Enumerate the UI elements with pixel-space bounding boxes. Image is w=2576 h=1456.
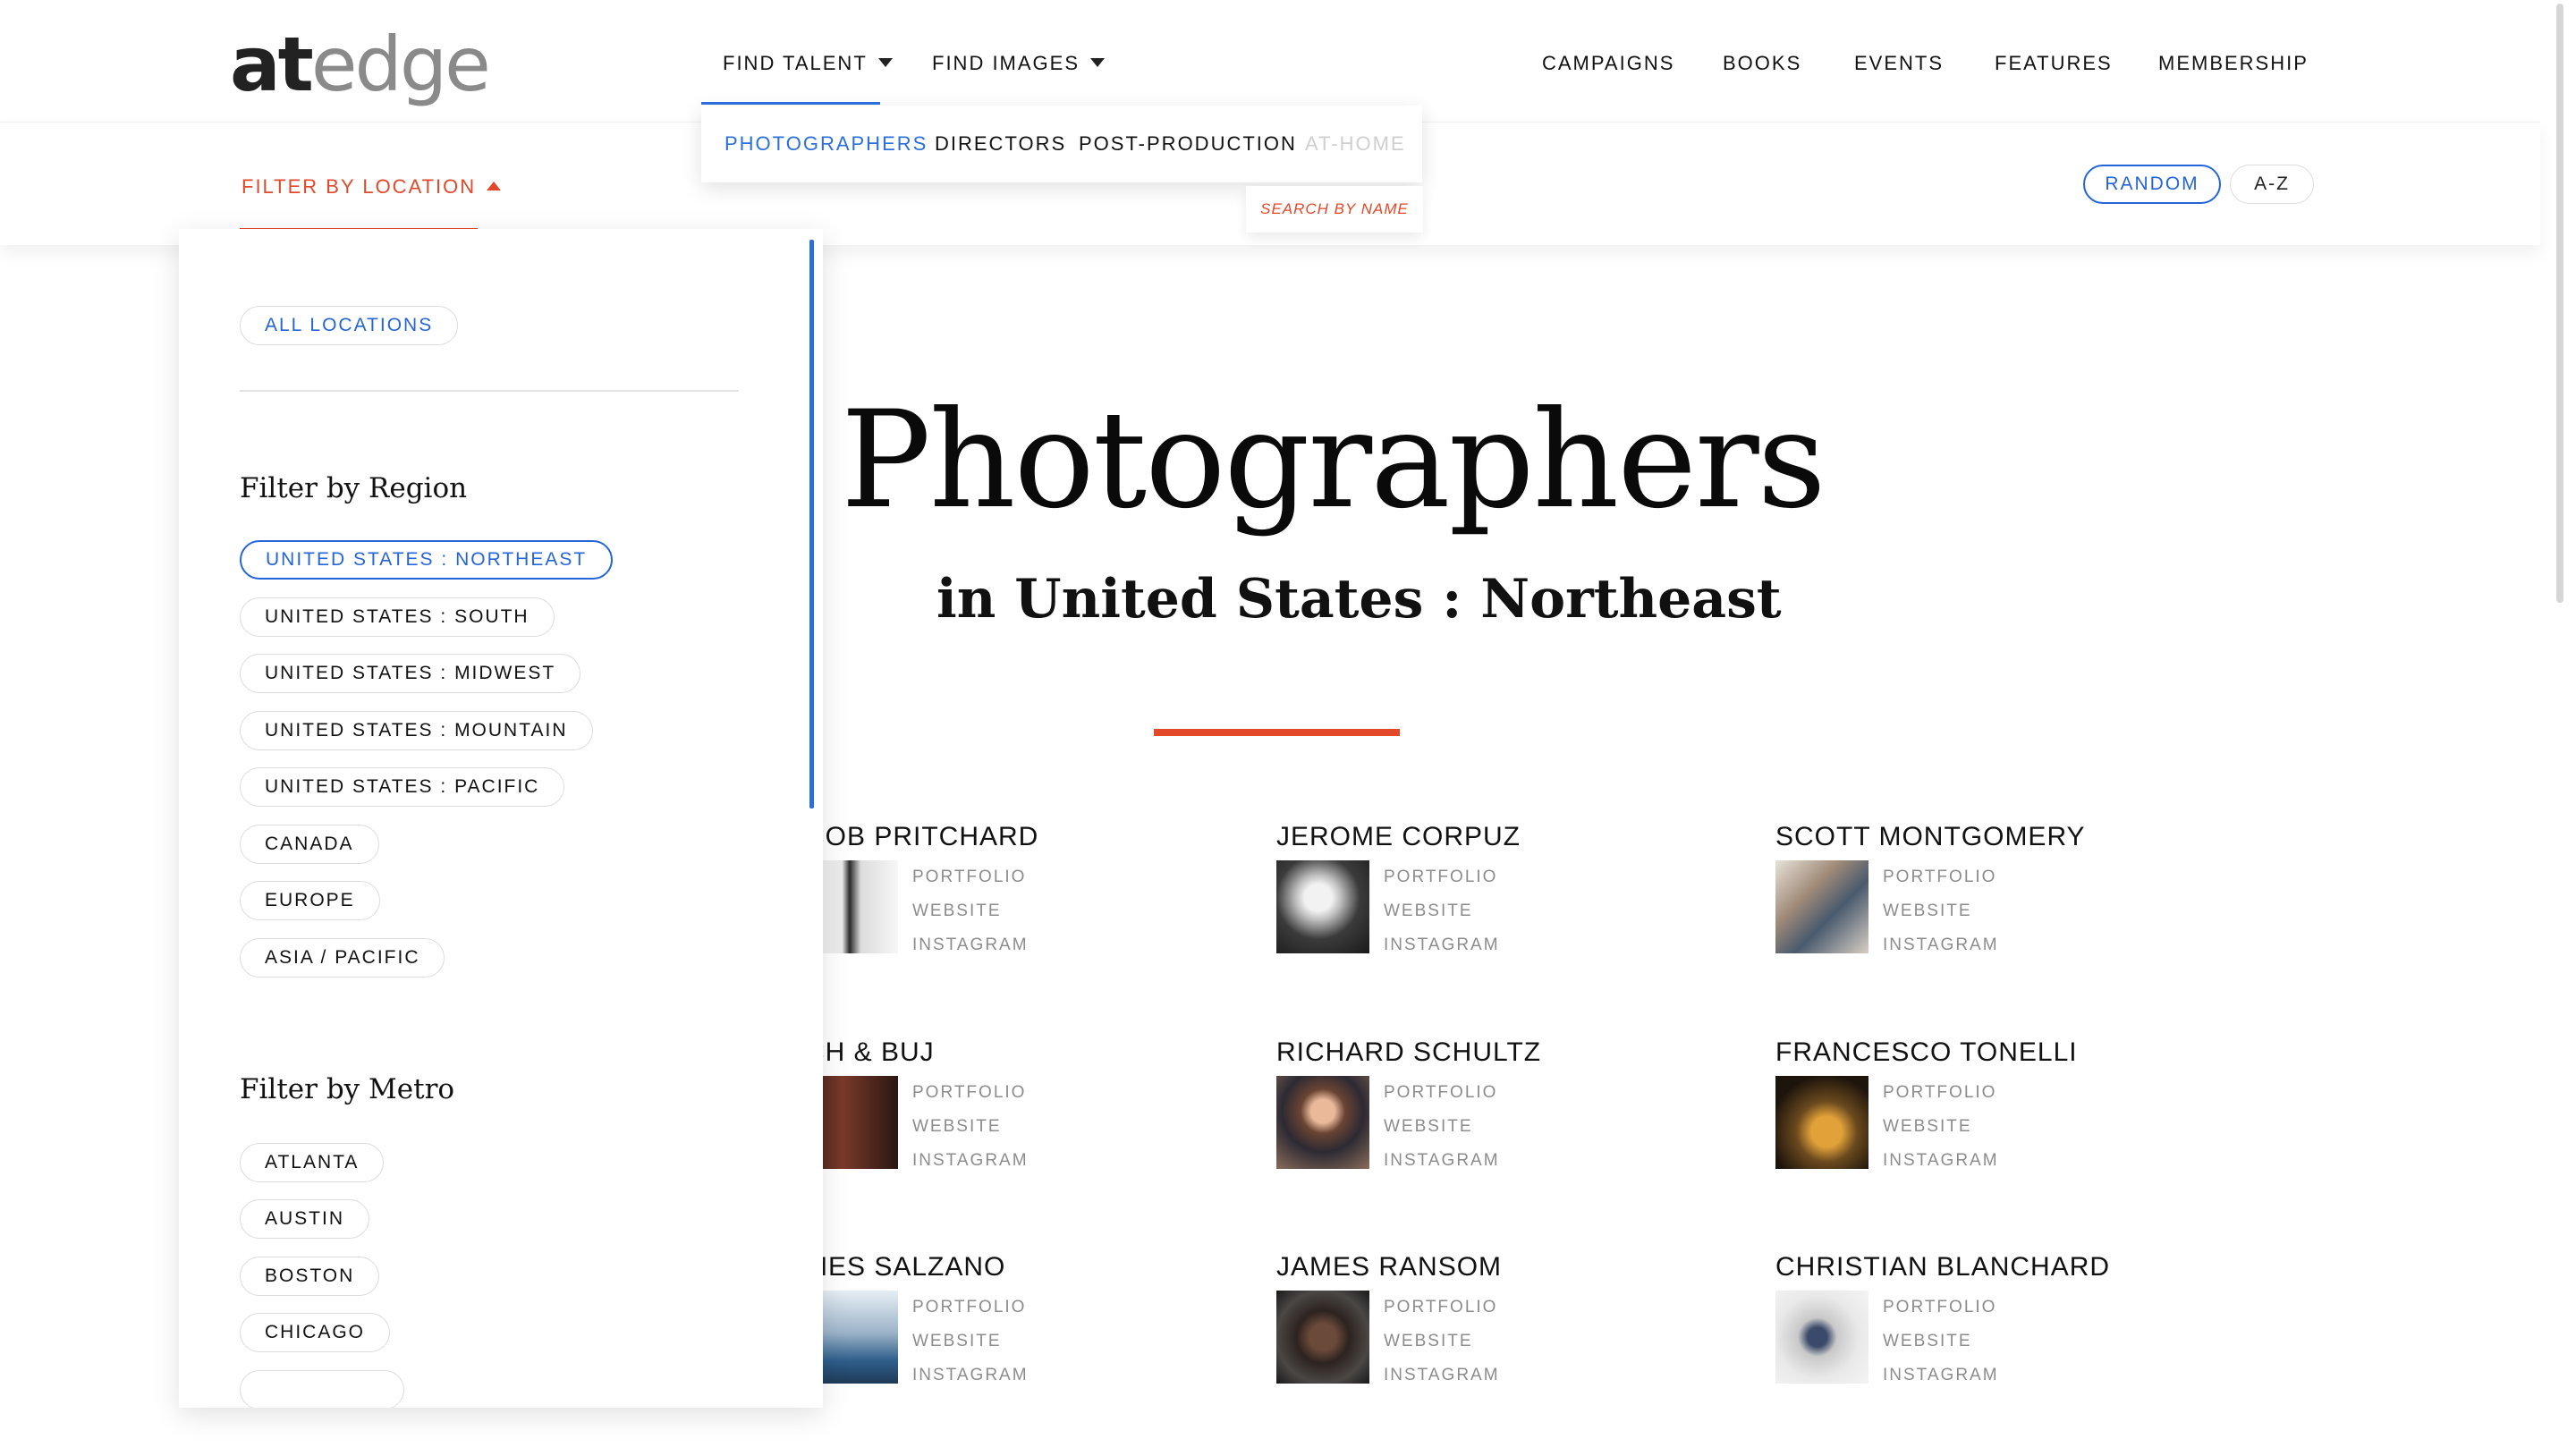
filter-by-location-toggle[interactable]: FILTER BY LOCATION (242, 175, 502, 199)
metro-pill-austin[interactable]: AUSTIN (240, 1199, 370, 1239)
website-link[interactable]: WEBSITE (912, 1332, 1002, 1351)
website-link[interactable]: WEBSITE (1883, 1117, 1972, 1137)
website-link[interactable]: WEBSITE (1384, 902, 1473, 921)
instagram-link[interactable]: INSTAGRAM (1883, 1151, 1999, 1171)
instagram-link[interactable]: INSTAGRAM (912, 935, 1029, 955)
portfolio-link[interactable]: PORTFOLIO (912, 1083, 1026, 1103)
photographer-card: CH & BUJ PORTFOLIO WEBSITE INSTAGRAM (805, 1037, 1252, 1180)
metro-heading: Filter by Metro (240, 1073, 455, 1105)
panel-divider (240, 390, 739, 392)
nav-find-talent[interactable]: FIND TALENT (723, 52, 893, 75)
portfolio-link[interactable]: PORTFOLIO (1384, 1083, 1497, 1103)
region-pill-canada[interactable]: CANADA (240, 825, 379, 864)
nav-campaigns[interactable]: CAMPAIGNS (1542, 52, 1674, 75)
portfolio-link[interactable]: PORTFOLIO (912, 868, 1026, 887)
active-menu-indicator (701, 102, 880, 105)
photographer-card: CHRISTIAN BLANCHARD PORTFOLIO WEBSITE IN… (1775, 1251, 2223, 1394)
photographer-card: JAMES RANSOM PORTFOLIO WEBSITE INSTAGRAM (1276, 1251, 1724, 1394)
atedge-logo[interactable]: atedge (230, 20, 491, 109)
site-header: atedge FIND TALENT FIND IMAGES CAMPAIGNS… (0, 0, 2576, 122)
photographer-name[interactable]: JEROME CORPUZ (1276, 821, 1521, 853)
dropdown-directors[interactable]: DIRECTORS (935, 132, 1066, 156)
photographer-name[interactable]: COB PRITCHARD (805, 821, 1038, 853)
region-pill-pacific[interactable]: UNITED STATES : PACIFIC (240, 767, 565, 807)
nav-books[interactable]: BOOKS (1723, 52, 1801, 75)
instagram-link[interactable]: INSTAGRAM (912, 1366, 1029, 1385)
dropdown-post-production[interactable]: POST-PRODUCTION (1079, 132, 1297, 156)
metro-pill-atlanta[interactable]: ATLANTA (240, 1143, 385, 1182)
metro-pill-boston[interactable]: BOSTON (240, 1257, 380, 1296)
sort-random-button[interactable]: RANDOM (2083, 165, 2221, 204)
metro-pill-partial[interactable] (240, 1370, 404, 1408)
photographer-name[interactable]: RICHARD SCHULTZ (1276, 1037, 1541, 1069)
photographer-name[interactable]: FRANCESCO TONELLI (1775, 1037, 2078, 1069)
page-scrollbar[interactable] (2556, 4, 2563, 603)
photographer-card: MES SALZANO PORTFOLIO WEBSITE INSTAGRAM (805, 1251, 1252, 1394)
website-link[interactable]: WEBSITE (1883, 1332, 1972, 1351)
website-link[interactable]: WEBSITE (1384, 1332, 1473, 1351)
website-link[interactable]: WEBSITE (912, 1117, 1002, 1137)
photographer-thumbnail[interactable] (1775, 1076, 1868, 1169)
photographer-card: COB PRITCHARD PORTFOLIO WEBSITE INSTAGRA… (805, 821, 1252, 964)
instagram-link[interactable]: INSTAGRAM (1384, 1366, 1500, 1385)
nav-membership[interactable]: MEMBERSHIP (2158, 52, 2309, 75)
dropdown-photographers[interactable]: PHOTOGRAPHERS (724, 132, 928, 156)
nav-events[interactable]: EVENTS (1854, 52, 1944, 75)
instagram-link[interactable]: INSTAGRAM (912, 1151, 1029, 1171)
instagram-link[interactable]: INSTAGRAM (1384, 935, 1500, 955)
portfolio-link[interactable]: PORTFOLIO (1883, 868, 1996, 887)
photographer-thumbnail[interactable] (1775, 860, 1868, 953)
title-divider (1154, 729, 1400, 736)
photographer-card: RICHARD SCHULTZ PORTFOLIO WEBSITE INSTAG… (1276, 1037, 1724, 1180)
nav-features[interactable]: FEATURES (1995, 52, 2113, 75)
portfolio-link[interactable]: PORTFOLIO (1883, 1083, 1996, 1103)
photographer-name[interactable]: MES SALZANO (805, 1251, 1005, 1283)
region-pill-midwest[interactable]: UNITED STATES : MIDWEST (240, 654, 581, 693)
region-pill-europe[interactable]: EUROPE (240, 881, 380, 920)
region-pill-south[interactable]: UNITED STATES : SOUTH (240, 597, 555, 637)
instagram-link[interactable]: INSTAGRAM (1883, 1366, 1999, 1385)
search-by-name-link[interactable]: SEARCH BY NAME (1246, 186, 1423, 233)
page-subtitle: in United States : Northeast (936, 568, 1782, 631)
metro-pill-chicago[interactable]: CHICAGO (240, 1313, 391, 1352)
region-pill-northeast[interactable]: UNITED STATES : NORTHEAST (240, 540, 614, 580)
panel-scrollbar[interactable] (809, 240, 814, 808)
photographer-name[interactable]: SCOTT MONTGOMERY (1775, 821, 2086, 853)
portfolio-link[interactable]: PORTFOLIO (912, 1298, 1026, 1317)
photographer-thumbnail[interactable] (1775, 1291, 1868, 1384)
all-locations-button[interactable]: ALL LOCATIONS (240, 306, 459, 345)
website-link[interactable]: WEBSITE (912, 902, 1002, 921)
photographer-name[interactable]: CHRISTIAN BLANCHARD (1775, 1251, 2110, 1283)
sort-az-button[interactable]: A-Z (2230, 165, 2314, 204)
photographer-thumbnail[interactable] (1276, 860, 1369, 953)
find-talent-dropdown: PHOTOGRAPHERS DIRECTORS POST-PRODUCTION … (701, 106, 1422, 182)
photographer-card: SCOTT MONTGOMERY PORTFOLIO WEBSITE INSTA… (1775, 821, 2223, 964)
photographer-name[interactable]: CH & BUJ (805, 1037, 935, 1069)
nav-find-images[interactable]: FIND IMAGES (932, 52, 1106, 75)
caret-down-icon (1090, 58, 1106, 67)
location-filter-panel: ALL LOCATIONS Filter by Region UNITED ST… (179, 229, 823, 1408)
instagram-link[interactable]: INSTAGRAM (1384, 1151, 1500, 1171)
region-heading: Filter by Region (240, 472, 468, 504)
photographer-card: FRANCESCO TONELLI PORTFOLIO WEBSITE INST… (1775, 1037, 2223, 1180)
caret-up-icon (487, 182, 502, 190)
website-link[interactable]: WEBSITE (1384, 1117, 1473, 1137)
caret-down-icon (877, 58, 893, 67)
photographer-thumbnail[interactable] (1276, 1076, 1369, 1169)
website-link[interactable]: WEBSITE (1883, 902, 1972, 921)
instagram-link[interactable]: INSTAGRAM (1883, 935, 1999, 955)
region-pill-mountain[interactable]: UNITED STATES : MOUNTAIN (240, 711, 593, 750)
dropdown-at-home[interactable]: AT-HOME (1305, 132, 1406, 156)
region-pill-asia-pacific[interactable]: ASIA / PACIFIC (240, 938, 445, 978)
photographer-thumbnail[interactable] (1276, 1291, 1369, 1384)
portfolio-link[interactable]: PORTFOLIO (1883, 1298, 1996, 1317)
portfolio-link[interactable]: PORTFOLIO (1384, 1298, 1497, 1317)
photographer-name[interactable]: JAMES RANSOM (1276, 1251, 1502, 1283)
portfolio-link[interactable]: PORTFOLIO (1384, 868, 1497, 887)
page-title: Photographers (841, 383, 1826, 538)
photographer-card: JEROME CORPUZ PORTFOLIO WEBSITE INSTAGRA… (1276, 821, 1724, 964)
